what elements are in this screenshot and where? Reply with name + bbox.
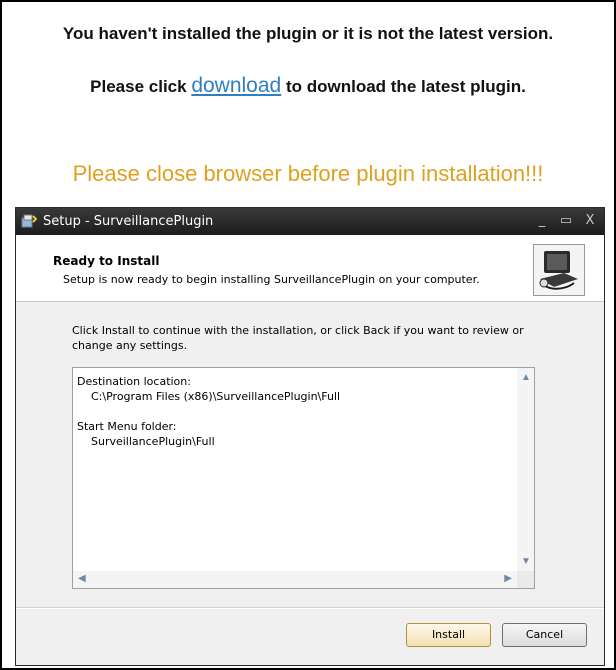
install-instructions: Click Install to continue with the insta… — [72, 324, 524, 352]
cancel-button[interactable]: Cancel — [502, 623, 587, 647]
button-area-divider — [16, 607, 604, 609]
close-icon[interactable]: X — [580, 211, 600, 231]
download-instruction-prefix: Please click — [90, 77, 187, 96]
setup-window-title: Setup - SurveillancePlugin — [43, 214, 214, 229]
vertical-scrollbar[interactable]: ▲ ▼ — [517, 368, 534, 572]
close-browser-warning: Please close browser before plugin insta… — [72, 161, 544, 186]
install-button[interactable]: Install — [406, 623, 491, 647]
plugin-missing-message: You haven't installed the plugin or it i… — [62, 24, 554, 43]
wizard-header: Ready to Install Setup is now ready to b… — [16, 235, 604, 302]
installer-computer-icon — [533, 244, 585, 296]
destination-label: Destination location: — [77, 375, 191, 388]
destination-path: C:\Program Files (x86)\SurveillancePlugi… — [91, 390, 341, 403]
setup-window: Setup - SurveillancePlugin _ ▭ X Ready t… — [15, 207, 605, 666]
setup-app-icon — [21, 213, 38, 229]
wizard-page-subtitle: Setup is now ready to begin installing S… — [63, 273, 480, 286]
maximize-icon[interactable]: ▭ — [556, 211, 576, 231]
plugin-notice-panel: You haven't installed the plugin or it i… — [0, 0, 616, 670]
scroll-right-icon[interactable]: ▶ — [504, 574, 512, 584]
scroll-up-icon[interactable]: ▲ — [521, 373, 531, 383]
setup-titlebar[interactable]: Setup - SurveillancePlugin _ ▭ X — [16, 208, 604, 235]
scroll-left-icon[interactable]: ◀ — [78, 574, 86, 584]
download-link[interactable]: download — [191, 74, 281, 97]
horizontal-scrollbar[interactable]: ◀ ▶ — [73, 571, 517, 588]
scroll-down-icon[interactable]: ▼ — [521, 557, 531, 567]
download-instruction: Please click download to download the la… — [2, 74, 614, 98]
minimize-icon[interactable]: _ — [532, 211, 552, 231]
install-summary-memo[interactable]: Destination location: C:\Program Files (… — [72, 367, 535, 589]
scrollbar-corner — [517, 571, 534, 588]
download-instruction-suffix: to download the latest plugin. — [285, 77, 526, 96]
memo-content: Destination location: C:\Program Files (… — [77, 374, 340, 449]
start-menu-label: Start Menu folder: — [77, 420, 177, 433]
wizard-page-title: Ready to Install — [53, 254, 160, 268]
start-menu-folder: SurveillancePlugin\Full — [91, 435, 215, 448]
